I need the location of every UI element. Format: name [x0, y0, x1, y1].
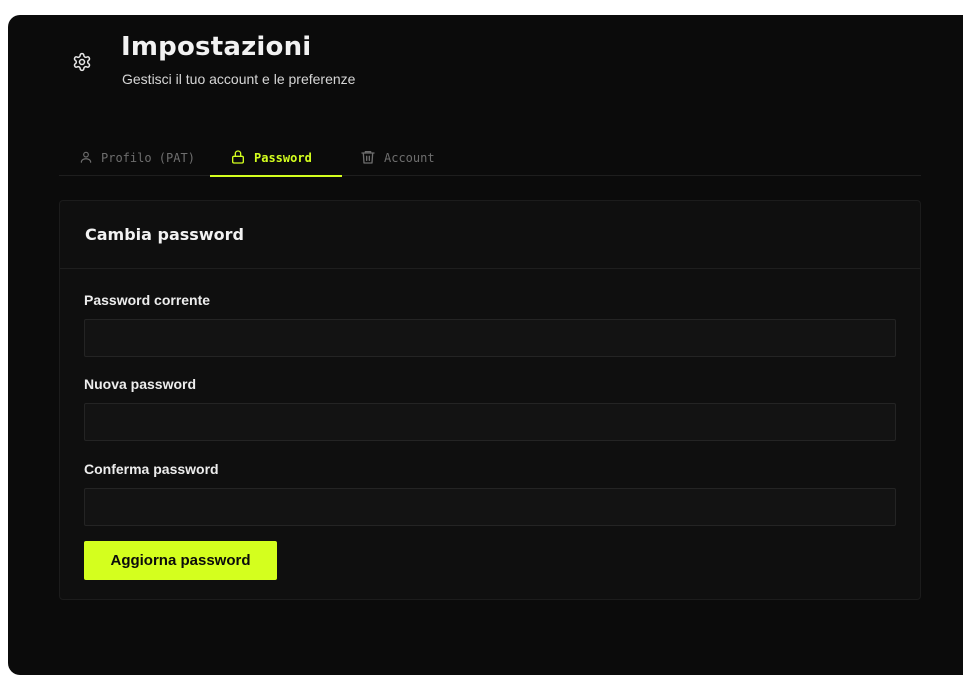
settings-panel: Impostazioni Gestisci il tuo account e l… [8, 15, 963, 675]
new-password-input[interactable] [84, 403, 896, 441]
confirm-password-field: Conferma password [84, 461, 896, 526]
card-title: Cambia password [85, 225, 244, 244]
gear-icon [72, 52, 92, 72]
current-password-label: Password corrente [84, 292, 211, 308]
confirm-password-label: Conferma password [84, 461, 219, 477]
current-password-field: Password corrente [84, 292, 896, 357]
confirm-password-input[interactable] [84, 488, 896, 526]
current-password-input[interactable] [84, 319, 896, 357]
page-subtitle: Gestisci il tuo account e le preferenze [122, 71, 356, 87]
tab-profile[interactable]: Profilo (PAT) [79, 140, 195, 176]
page-header: Impostazioni Gestisci il tuo account e l… [8, 15, 963, 115]
trash-icon [360, 149, 376, 168]
card-header: Cambia password [60, 201, 920, 269]
update-password-button[interactable]: Aggiorna password [84, 541, 277, 580]
change-password-card: Cambia password Password corrente Nuova … [59, 200, 921, 600]
page-title: Impostazioni [121, 32, 312, 62]
tab-label: Profilo (PAT) [101, 151, 195, 165]
settings-tabs: Profilo (PAT) Password Account [59, 140, 921, 177]
tab-account[interactable]: Account [360, 140, 435, 176]
tab-label: Account [384, 151, 435, 165]
lock-icon [230, 149, 246, 168]
tab-label: Password [254, 151, 312, 165]
tab-password[interactable]: Password [210, 140, 342, 177]
new-password-label: Nuova password [84, 376, 197, 392]
new-password-field: Nuova password [84, 376, 896, 441]
user-icon [79, 150, 93, 167]
